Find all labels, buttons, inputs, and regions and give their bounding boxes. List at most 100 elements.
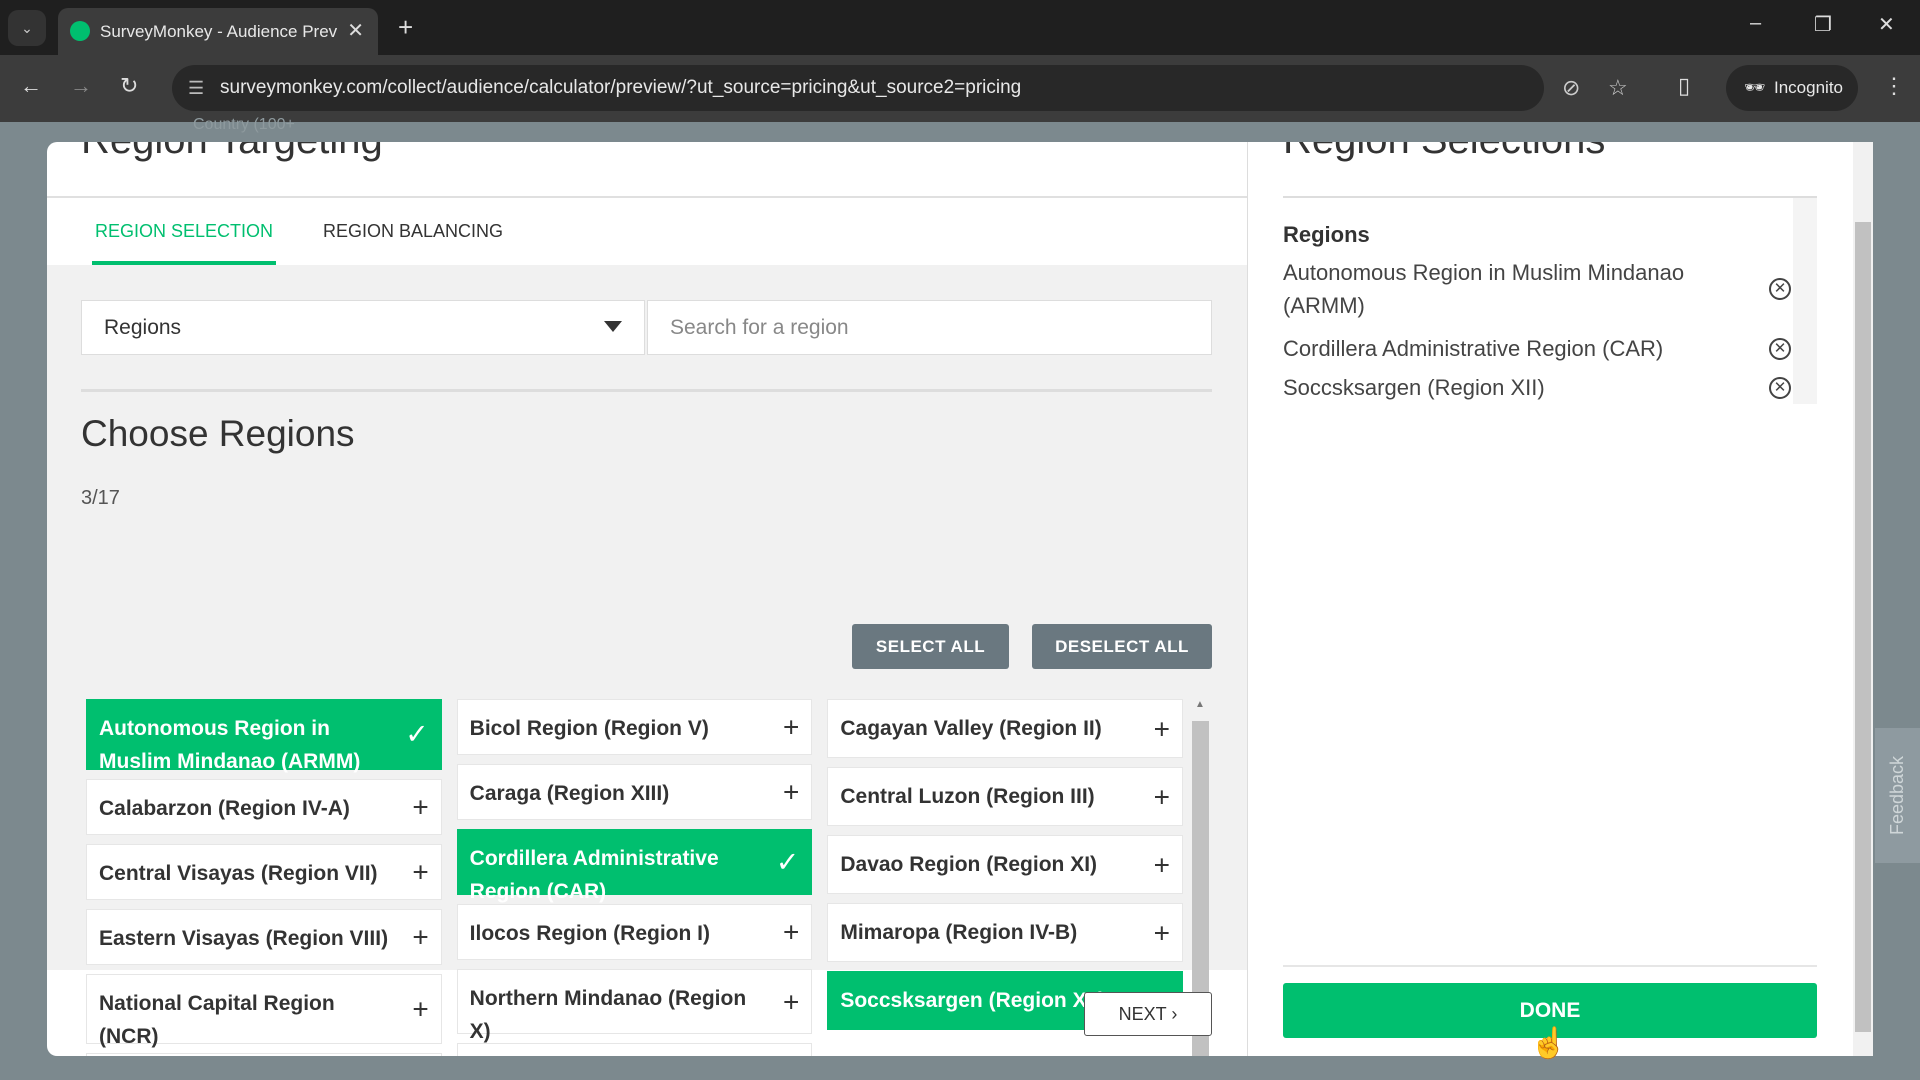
incognito-icon: 🕶: [1744, 78, 1766, 97]
plus-icon: +: [782, 916, 800, 948]
region-option[interactable]: Zamboanga Peninsula (Region IX)+: [456, 1043, 813, 1056]
region-selections-panel: Region Selections Regions Autonomous Reg…: [1247, 142, 1873, 1056]
tabs: REGION SELECTION REGION BALANCING: [47, 196, 1247, 265]
region-option[interactable]: Cagayan Valley (Region II) +: [827, 699, 1183, 758]
region-option[interactable]: Cordillera Administrative Region (CAR) ✓: [456, 829, 813, 903]
selected-region: Autonomous Region in Muslim Mindanao (AR…: [1283, 260, 1685, 318]
remove-circle-x-icon[interactable]: ✕: [1769, 377, 1791, 399]
tab-region-selection[interactable]: REGION SELECTION: [92, 198, 277, 265]
region-label: Calabarzon (Region IV-A): [99, 796, 350, 820]
region-label: Mimaropa (Region IV-B): [840, 921, 1078, 944]
incognito-badge[interactable]: 🕶 Incognito: [1726, 65, 1858, 111]
back-icon[interactable]: ←: [20, 73, 42, 99]
plus-icon: +: [1153, 713, 1171, 744]
tab-search-button[interactable]: ⌄: [8, 10, 46, 46]
url-text: surveymonkey.com/collect/audience/calcul…: [220, 77, 1022, 98]
region-option[interactable]: National Capital Region (NCR) +: [86, 973, 442, 1048]
region-label: Bicol Region (Region V): [469, 717, 709, 740]
hand-cursor-icon: ☝: [1530, 1027, 1568, 1060]
region-option[interactable]: Ilocos Region (Region I) +: [456, 903, 813, 960]
remove-circle-x-icon[interactable]: ✕: [1769, 278, 1791, 300]
region-grid: Autonomous Region in Muslim Mindanao (AR…: [86, 699, 1183, 1056]
surveymonkey-favicon-icon: [70, 21, 90, 41]
region-option[interactable]: Mimaropa (Region IV-B) +: [827, 903, 1183, 962]
check-icon: ✓: [405, 718, 429, 750]
scrollbar-thumb[interactable]: [1855, 222, 1871, 1032]
list-heading: Regions: [1283, 222, 1370, 247]
browser-tab[interactable]: SurveyMonkey - Audience Prev ✕: [58, 8, 378, 55]
eye-off-icon[interactable]: ⊘: [1562, 65, 1580, 111]
region-label: Autonomous Region in Muslim Mindanao (AR…: [99, 717, 361, 773]
plus-icon: +: [1153, 917, 1171, 948]
minimize-icon[interactable]: –: [1750, 12, 1761, 35]
select-all-button[interactable]: SELECT ALL: [852, 624, 1009, 669]
incognito-label: Incognito: [1774, 78, 1843, 97]
plus-icon: +: [1153, 849, 1171, 880]
plus-icon: +: [412, 791, 429, 822]
region-type-dropdown[interactable]: Regions: [81, 300, 645, 355]
address-bar-row: ← → ↻ ☰ surveymonkey.com/collect/audienc…: [0, 55, 1920, 122]
selection-count: 3/17: [81, 487, 120, 509]
deselect-all-button[interactable]: DESELECT ALL: [1032, 624, 1212, 669]
tab-region-balancing[interactable]: REGION BALANCING: [323, 198, 503, 265]
new-tab-button[interactable]: +: [398, 12, 413, 43]
region-label: Central Luzon (Region III): [840, 785, 1095, 808]
background-text: Country (100+: [193, 116, 295, 133]
browser-menu-icon[interactable]: ⋮: [1883, 73, 1905, 99]
region-label: Caraga (Region XIII): [469, 782, 670, 805]
region-option[interactable]: Central Visayas (Region VII) +: [86, 843, 442, 900]
region-option[interactable]: Caraga (Region XIII) +: [456, 764, 813, 820]
region-option[interactable]: Davao Region (Region XI) +: [827, 835, 1183, 894]
star-icon[interactable]: ☆: [1608, 65, 1628, 111]
plus-icon: +: [782, 986, 800, 1017]
chevron-right-icon: ›: [1171, 1003, 1178, 1024]
close-window-icon[interactable]: ✕: [1878, 12, 1895, 37]
region-label: Davao Region (Region XI): [840, 853, 1098, 876]
scroll-up-icon[interactable]: ▲: [1195, 699, 1205, 710]
reload-icon[interactable]: ↻: [120, 73, 138, 99]
region-label: Central Visayas (Region VII): [99, 861, 378, 885]
region-option[interactable]: Eastern Visayas (Region VIII) +: [86, 908, 442, 965]
remove-circle-x-icon[interactable]: ✕: [1769, 338, 1791, 360]
selected-region: Cordillera Administrative Region (CAR): [1283, 336, 1664, 361]
choose-regions-heading: Choose Regions: [81, 413, 355, 454]
region-option[interactable]: Western Visayas (Region VI)+: [86, 1053, 442, 1056]
next-button[interactable]: NEXT ›: [1084, 992, 1212, 1036]
region-option[interactable]: Calabarzon (Region IV-A) +: [86, 778, 442, 835]
region-option[interactable]: Bicol Region (Region V) +: [456, 699, 813, 755]
divider: [81, 389, 1212, 392]
close-tab-icon[interactable]: ✕: [347, 18, 364, 43]
region-label: Cordillera Administrative Region (CAR): [469, 847, 719, 903]
browser-tab-strip: ⌄ SurveyMonkey - Audience Prev ✕ + – ❐ ✕: [0, 0, 1920, 55]
region-selection-content: Regions Choose Regions 3/17 SELECT ALL D…: [47, 265, 1247, 1056]
restore-icon[interactable]: ❐: [1814, 12, 1832, 37]
plus-icon: +: [782, 776, 800, 808]
panel-title: Region Targeting: [81, 142, 383, 163]
region-column: Bicol Region (Region V) + Caraga (Region X…: [456, 699, 813, 1056]
list-scrollbar[interactable]: [1793, 198, 1817, 404]
next-label: NEXT: [1118, 1003, 1167, 1024]
region-search-input[interactable]: [647, 300, 1212, 355]
site-info-icon[interactable]: ☰: [188, 65, 204, 111]
modal-scrollbar[interactable]: [1853, 142, 1873, 1056]
caret-down-icon: [604, 321, 622, 332]
region-label: Northern Mindanao (Region X): [469, 986, 747, 1043]
selections-title: Region Selections: [1283, 142, 1605, 163]
region-label: Soccsksargen (Region XII): [840, 989, 1106, 1012]
side-panel-icon[interactable]: ▯: [1678, 73, 1690, 99]
dropdown-value: Regions: [104, 316, 182, 339]
region-column: Autonomous Region in Muslim Mindanao (AR…: [86, 699, 442, 1056]
region-option[interactable]: Northern Mindanao (Region X) +: [456, 968, 813, 1043]
tab-title: SurveyMonkey - Audience Prev: [100, 21, 338, 41]
plus-icon: +: [412, 856, 429, 887]
region-option[interactable]: Central Luzon (Region III) +: [827, 767, 1183, 826]
region-label: Ilocos Region (Region I): [469, 921, 711, 945]
plus-icon: +: [412, 921, 429, 952]
region-option[interactable]: Autonomous Region in Muslim Mindanao (AR…: [86, 699, 442, 773]
url-field[interactable]: ☰ surveymonkey.com/collect/audience/calc…: [172, 65, 1628, 111]
check-icon: ✓: [775, 846, 800, 878]
region-label: National Capital Region (NCR): [99, 991, 335, 1048]
plus-icon: +: [1153, 781, 1171, 812]
forward-icon[interactable]: →: [70, 73, 92, 99]
feedback-tab[interactable]: Feedback: [1875, 728, 1920, 863]
